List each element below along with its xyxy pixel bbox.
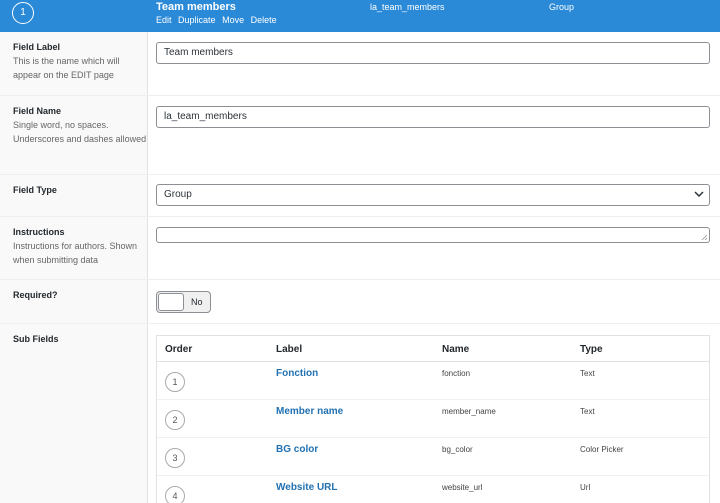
instructions-row: Instructions Instructions for authors. S… <box>0 217 720 280</box>
field-name-desc: Single word, no spaces. Underscores and … <box>13 120 147 144</box>
field-name-label-col: Field Name Single word, no spaces. Under… <box>0 96 148 174</box>
field-header-label[interactable]: Team members <box>156 1 236 13</box>
field-header-type: Group <box>549 2 575 12</box>
instructions-desc: Instructions for authors. Shown when sub… <box>13 241 138 265</box>
field-header-name: la_team_members <box>370 2 445 12</box>
row-label-link[interactable]: Fonction <box>276 368 318 379</box>
field-type-row: Field Type Group <box>0 175 720 217</box>
row-label-link[interactable]: BG color <box>276 444 318 455</box>
row-name: website_url <box>442 483 483 492</box>
sub-fields-header: Order Label Name Type <box>157 336 709 362</box>
required-toggle[interactable]: No <box>156 291 211 313</box>
instructions-title: Instructions <box>13 227 65 237</box>
move-link[interactable]: Move <box>222 15 244 25</box>
table-row[interactable]: 4 Website URL website_url Url <box>157 476 709 503</box>
chevron-down-icon <box>694 191 704 198</box>
duplicate-link[interactable]: Duplicate <box>178 15 216 25</box>
sub-fields-table: Order Label Name Type 1 Fonction fonctio… <box>156 335 710 503</box>
row-type: Url <box>580 483 591 492</box>
row-type: Text <box>580 407 595 416</box>
field-label-title: Field Label <box>13 42 61 52</box>
column-order: Order <box>165 344 193 355</box>
field-type-title: Field Type <box>13 185 57 195</box>
field-name-input[interactable]: la_team_members <box>156 106 710 128</box>
row-order-badge[interactable]: 3 <box>165 448 185 468</box>
column-type: Type <box>580 344 603 355</box>
row-type: Text <box>580 369 595 378</box>
field-actions: Edit Duplicate Move Delete <box>156 15 281 25</box>
row-order-badge[interactable]: 2 <box>165 410 185 430</box>
field-type-select[interactable]: Group <box>156 184 710 206</box>
field-label-input[interactable]: Team members <box>156 42 710 64</box>
table-row[interactable]: 3 BG color bg_color Color Picker <box>157 438 709 476</box>
delete-link[interactable]: Delete <box>251 15 277 25</box>
row-order-badge[interactable]: 4 <box>165 486 185 503</box>
row-label-link[interactable]: Website URL <box>276 482 338 493</box>
instructions-label-col: Instructions Instructions for authors. S… <box>0 217 148 279</box>
field-editor: 1 Team members Edit Duplicate Move Delet… <box>0 0 720 503</box>
field-label-desc: This is the name which will appear on th… <box>13 56 120 80</box>
toggle-text: No <box>191 297 203 307</box>
row-order-badge[interactable]: 1 <box>165 372 185 392</box>
edit-link[interactable]: Edit <box>156 15 172 25</box>
row-label-link[interactable]: Member name <box>276 406 343 417</box>
table-row[interactable]: 2 Member name member_name Text <box>157 400 709 438</box>
field-name-title: Field Name <box>13 106 62 116</box>
resize-handle-icon[interactable] <box>701 234 707 240</box>
field-label-label-col: Field Label This is the name which will … <box>0 32 148 95</box>
required-title: Required? <box>13 290 58 300</box>
field-label-row: Field Label This is the name which will … <box>0 32 720 96</box>
field-type-selected: Group <box>164 189 192 200</box>
row-name: fonction <box>442 369 471 378</box>
row-name: member_name <box>442 407 496 416</box>
field-type-label-col: Field Type <box>0 175 148 216</box>
required-label-col: Required? <box>0 280 148 323</box>
required-row: Required? No <box>0 280 720 324</box>
field-order-badge: 1 <box>12 2 34 24</box>
toggle-knob <box>158 293 184 311</box>
column-label: Label <box>276 344 303 355</box>
sub-fields-title: Sub Fields <box>13 334 59 344</box>
row-name: bg_color <box>442 445 473 454</box>
field-name-row: Field Name Single word, no spaces. Under… <box>0 96 720 175</box>
row-type: Color Picker <box>580 445 624 454</box>
column-name: Name <box>442 344 470 355</box>
field-header-bar[interactable]: 1 Team members Edit Duplicate Move Delet… <box>0 0 720 32</box>
sub-fields-label-col: Sub Fields <box>0 324 148 503</box>
instructions-textarea[interactable] <box>156 227 710 243</box>
table-row[interactable]: 1 Fonction fonction Text <box>157 362 709 400</box>
